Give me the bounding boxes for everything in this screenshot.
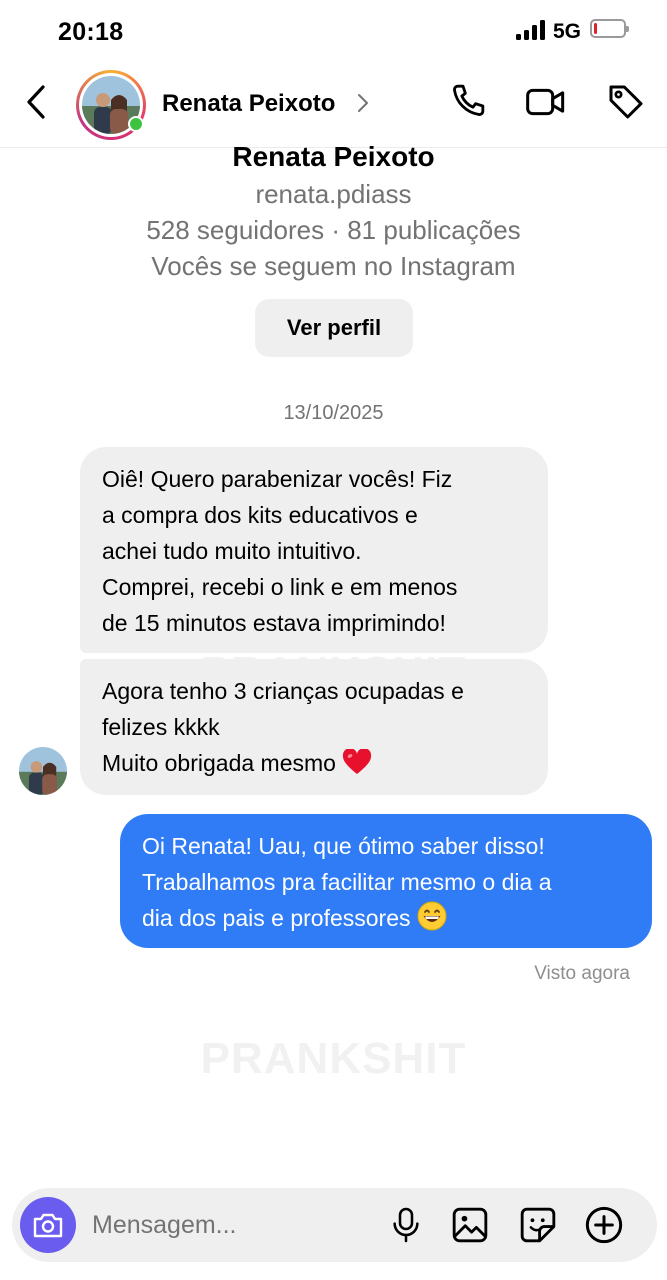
chat-header: Renata Peixoto: [0, 60, 667, 148]
message-line: felizes kkkk: [102, 714, 220, 740]
signal-icon: [516, 20, 548, 40]
date-separator: 13/10/2025: [283, 402, 384, 424]
status-time: 20:18: [58, 18, 124, 46]
view-profile-button[interactable]: Ver perfil: [255, 299, 413, 357]
sender-avatar[interactable]: [19, 747, 67, 795]
sticker-button[interactable]: [516, 1203, 560, 1247]
status-bar: 20:18 5G: [0, 0, 667, 60]
sticker-icon: [520, 1207, 556, 1243]
profile-stats: 528 seguidores · 81 publicações: [146, 215, 521, 245]
incoming-message[interactable]: Agora tenho 3 crianças ocupadas e felize…: [80, 659, 548, 795]
watermark: PRANKSHIT: [200, 1034, 467, 1083]
message-input[interactable]: [92, 1207, 382, 1243]
incoming-message[interactable]: Oiê! Quero parabenizar vocês! Fiz a comp…: [80, 447, 548, 653]
back-button[interactable]: [16, 80, 56, 124]
tag-icon: [609, 85, 643, 119]
gallery-icon: [452, 1207, 488, 1243]
message-line: Agora tenho 3 crianças ocupadas e: [102, 678, 464, 704]
video-call-button[interactable]: [524, 80, 568, 124]
video-icon: [526, 88, 565, 116]
add-icon: [585, 1206, 623, 1244]
tag-button[interactable]: [604, 80, 648, 124]
online-indicator: [128, 116, 144, 132]
message-line: Oiê! Quero parabenizar vocês! Fiz: [102, 466, 453, 492]
message-line: Trabalhamos pra facilitar mesmo o dia a: [142, 869, 552, 895]
microphone-button[interactable]: [384, 1203, 428, 1247]
camera-icon: [33, 1213, 63, 1238]
message-composer: [12, 1188, 657, 1262]
message-line-with-emoji: Muito obrigada mesmo: [102, 745, 526, 781]
chevron-right-icon[interactable]: [356, 92, 370, 114]
battery-icon: [590, 19, 629, 38]
profile-name: Renata Peixoto: [232, 141, 435, 172]
phone-icon: [453, 84, 485, 116]
message-line: Oi Renata! Uau, que ótimo saber disso!: [142, 833, 545, 859]
contact-name[interactable]: Renata Peixoto: [162, 90, 335, 118]
profile-username: renata.pdiass: [255, 179, 412, 209]
heart-emoji-icon: [342, 749, 372, 774]
seen-status: Visto agora: [534, 963, 630, 984]
message-line: Comprei, recebi o link e em menos: [102, 574, 458, 600]
back-icon: [27, 85, 45, 119]
message-line: de 15 minutos estava imprimindo!: [102, 610, 446, 636]
mutual-follow-text: Vocês se seguem no Instagram: [151, 251, 516, 281]
call-button[interactable]: [445, 80, 489, 124]
message-line: a compra dos kits educativos e: [102, 502, 418, 528]
network-type: 5G: [553, 20, 582, 43]
outgoing-message[interactable]: Oi Renata! Uau, que ótimo saber disso! T…: [120, 814, 652, 948]
gallery-button[interactable]: [448, 1203, 492, 1247]
add-button[interactable]: [582, 1203, 626, 1247]
message-line: achei tudo muito intuitivo.: [102, 538, 362, 564]
message-line-with-emoji: dia dos pais e professores: [142, 900, 630, 936]
camera-button[interactable]: [20, 1197, 76, 1253]
microphone-icon: [393, 1207, 419, 1243]
grinning-emoji-icon: [417, 901, 446, 931]
